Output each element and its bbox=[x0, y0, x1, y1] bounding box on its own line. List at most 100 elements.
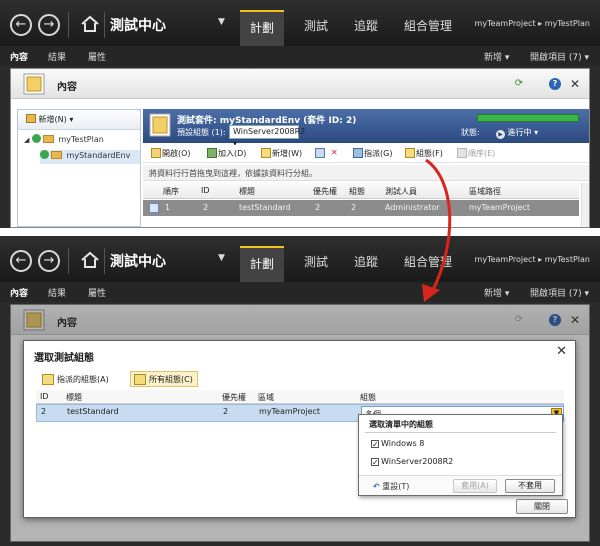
tab-lab[interactable]: 組合管理 bbox=[398, 246, 458, 282]
dialog-title: 選取測試組態 bbox=[34, 353, 94, 364]
forward-icon[interactable]: → bbox=[38, 14, 60, 36]
forward-icon[interactable]: → bbox=[38, 250, 60, 272]
refresh-icon[interactable]: ⟳ bbox=[513, 78, 525, 90]
subnav-results[interactable]: 結果 bbox=[48, 50, 66, 63]
chevron-down-icon[interactable]: ▼ bbox=[218, 253, 225, 263]
column-header[interactable]: 組態 bbox=[360, 392, 376, 403]
close-icon[interactable]: ✕ bbox=[556, 344, 567, 359]
config-option-winserver2008r2[interactable]: ✓ WinServer2008R2 bbox=[371, 457, 454, 467]
tab-test[interactable]: 測試 bbox=[296, 246, 336, 282]
state-dropdown[interactable]: ▶ 進行中 ▾ bbox=[496, 127, 538, 139]
config-option-windows8[interactable]: ✓ Windows 8 bbox=[371, 439, 424, 449]
back-icon[interactable]: ← bbox=[10, 14, 32, 36]
help-icon[interactable]: ? bbox=[549, 78, 561, 90]
app-title[interactable]: 測試中心 bbox=[110, 15, 166, 35]
tab-plan[interactable]: 計劃 bbox=[240, 10, 284, 46]
column-header[interactable]: 區域 bbox=[258, 392, 274, 403]
cancel-button[interactable]: 不套用 bbox=[505, 479, 555, 493]
table-cell: 2 bbox=[315, 203, 321, 212]
tree-new-button[interactable]: 新增(N) ▾ bbox=[26, 114, 73, 125]
column-header[interactable]: 組態 bbox=[349, 186, 365, 197]
subnav-contents[interactable]: 內容 bbox=[10, 50, 28, 63]
assign-button[interactable]: 指派(G) bbox=[353, 148, 392, 159]
subnav-new[interactable]: 新增 ▾ bbox=[484, 50, 509, 63]
default-config-value: WinServer2008R2 bbox=[233, 127, 306, 136]
contents-header: 內容 ⟳ ? ✕ bbox=[11, 69, 589, 99]
column-header[interactable]: 區域路徑 bbox=[469, 186, 501, 197]
sub-navigation: 內容 結果 屬性 新增 ▾ 開啟項目 (7) ▾ bbox=[0, 46, 600, 66]
default-config-select[interactable]: WinServer2008R2 ▾ bbox=[229, 125, 305, 148]
tab-all-configurations[interactable]: 所有組態(C) bbox=[130, 371, 198, 387]
tab-track[interactable]: 追蹤 bbox=[346, 246, 386, 282]
configuration-dropdown: 選取清單中的組態 ✓ Windows 8 ✓ WinServer2008R2 ↶ 重… bbox=[358, 414, 563, 496]
tab-plan[interactable]: 計劃 bbox=[240, 246, 284, 282]
tree-new-label: 新增(N) bbox=[38, 115, 67, 124]
subnav-results[interactable]: 結果 bbox=[48, 286, 66, 299]
tree-item-label: myStandardEnv bbox=[66, 151, 131, 160]
order-icon bbox=[457, 148, 467, 158]
subnav-open-items[interactable]: 開啟項目 (7) ▾ bbox=[530, 286, 589, 299]
apply-button[interactable]: 套用(A) bbox=[453, 479, 497, 493]
chevron-down-icon[interactable]: ▼ bbox=[218, 17, 225, 27]
close-icon[interactable]: ✕ bbox=[569, 78, 581, 90]
delete-icon[interactable]: ✕ bbox=[331, 148, 338, 157]
test-plan-icon bbox=[23, 73, 45, 95]
dropdown-footer: ↶ 重設(T) 套用(A) 不套用 bbox=[359, 475, 562, 495]
option-label: WinServer2008R2 bbox=[381, 457, 454, 466]
column-header[interactable]: 測試人員 bbox=[385, 186, 417, 197]
close-button[interactable]: 關閉 bbox=[516, 499, 568, 514]
tab-track[interactable]: 追蹤 bbox=[346, 10, 386, 46]
subnav-properties[interactable]: 屬性 bbox=[88, 286, 106, 299]
project-breadcrumb[interactable]: myTeamProject ▸ myTestPlan bbox=[475, 19, 590, 28]
title-bar: ← → 測試中心 ▼ 計劃 測試 追蹤 組合管理 myTeamProject ▸… bbox=[0, 0, 600, 46]
checkbox-checked-icon[interactable]: ✓ bbox=[371, 440, 379, 449]
table-cell: myTeamProject bbox=[259, 407, 321, 416]
folder-icon bbox=[51, 151, 62, 159]
column-header[interactable]: 標題 bbox=[66, 392, 82, 403]
subnav-properties[interactable]: 屬性 bbox=[88, 50, 106, 63]
suite-details: 測試套件: myStandardEnv (套件 ID: 2) 預設組態 (1):… bbox=[143, 109, 589, 227]
add-button[interactable]: 加入(D) bbox=[207, 148, 246, 159]
subnav-new[interactable]: 新增 ▾ bbox=[484, 286, 509, 299]
in-progress-icon: ▶ bbox=[496, 130, 505, 139]
tree-item-suite[interactable]: myStandardEnv bbox=[40, 150, 140, 164]
tab-assigned-configurations[interactable]: 指派的組態(A) bbox=[38, 371, 114, 387]
reset-label: 重設(T) bbox=[382, 482, 410, 491]
grid-scrollbar[interactable] bbox=[581, 183, 589, 227]
tab-test[interactable]: 測試 bbox=[296, 10, 336, 46]
home-icon[interactable] bbox=[80, 250, 100, 270]
column-header[interactable]: 優先權 bbox=[222, 392, 246, 403]
column-header[interactable]: 優先權 bbox=[313, 186, 337, 197]
app-title[interactable]: 測試中心 bbox=[110, 251, 166, 271]
column-header[interactable]: 標題 bbox=[239, 186, 255, 197]
new-suite-icon bbox=[26, 114, 36, 123]
table-cell: Administrator bbox=[385, 203, 440, 212]
open-button[interactable]: 開啟(O) bbox=[151, 148, 191, 159]
subnav-open-items[interactable]: 開啟項目 (7) ▾ bbox=[530, 50, 589, 63]
home-icon[interactable] bbox=[80, 14, 100, 34]
new-button[interactable]: 新增(W) bbox=[261, 148, 302, 159]
subnav-contents[interactable]: 內容 bbox=[10, 286, 28, 299]
new-icon bbox=[261, 148, 271, 158]
copy-button[interactable] bbox=[315, 148, 326, 158]
tab-lab[interactable]: 組合管理 bbox=[398, 10, 458, 46]
new-label: 新增(W) bbox=[272, 149, 303, 158]
table-cell: testStandard bbox=[239, 203, 291, 212]
state-label: 狀態: bbox=[461, 128, 480, 137]
column-header[interactable]: ID bbox=[201, 186, 210, 195]
collapse-icon[interactable]: ◢ bbox=[24, 136, 29, 144]
reset-button[interactable]: ↶ 重設(T) bbox=[373, 481, 409, 492]
table-row[interactable]: 1 2 testStandard 2 2 Administrator myTea… bbox=[143, 200, 579, 216]
column-header[interactable]: 順序 bbox=[163, 186, 179, 197]
contents-title: 內容 bbox=[57, 82, 77, 93]
configurations-button[interactable]: 組態(F) bbox=[405, 148, 443, 159]
back-icon[interactable]: ← bbox=[10, 250, 32, 272]
table-cell: myTeamProject bbox=[469, 203, 531, 212]
undo-icon: ↶ bbox=[373, 482, 380, 491]
order-button[interactable]: 順序(E) bbox=[457, 148, 495, 159]
column-header[interactable]: ID bbox=[40, 392, 49, 401]
table-cell: 1 bbox=[165, 203, 171, 212]
tree-item-plan[interactable]: ◢ myTestPlan bbox=[24, 134, 104, 148]
checkbox-checked-icon[interactable]: ✓ bbox=[371, 458, 379, 467]
project-breadcrumb[interactable]: myTeamProject ▸ myTestPlan bbox=[475, 255, 590, 264]
